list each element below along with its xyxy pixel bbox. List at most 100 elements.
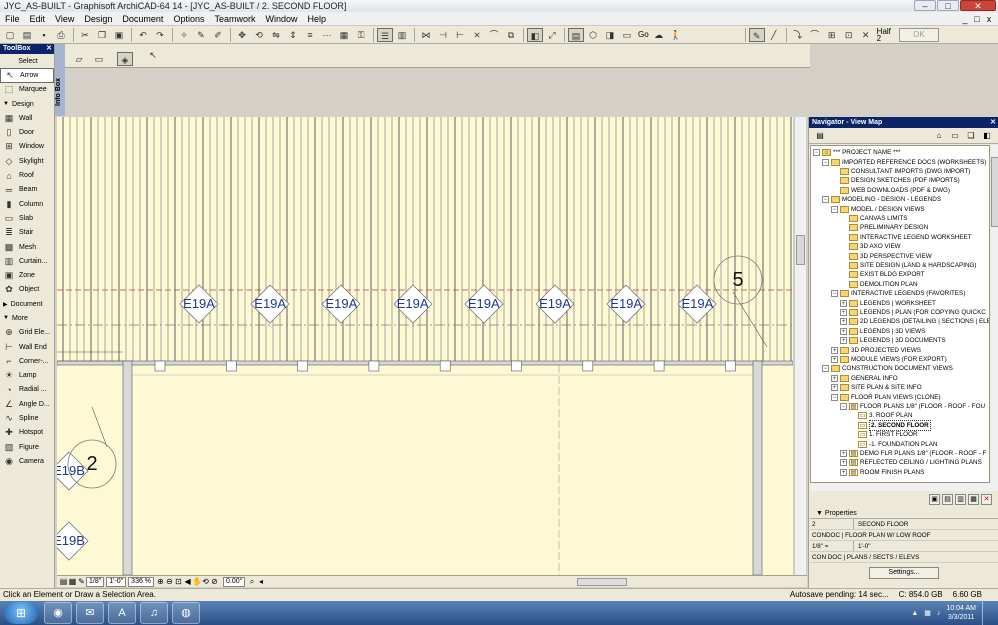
collapse-icon[interactable]: − — [822, 196, 829, 204]
line-icon[interactable]: ╱ — [766, 28, 782, 42]
tree-node[interactable]: + ▤ REFLECTED CEILING / LIGHTING PLANS — [840, 458, 982, 467]
clock[interactable]: 10:04 AM 3/3/2011 — [946, 604, 976, 622]
section-icon[interactable]: ◧ — [527, 27, 543, 42]
collapse-icon[interactable]: − — [831, 393, 838, 401]
tree-node[interactable]: DEMOLITION PLAN — [840, 280, 917, 289]
snap-point-icon[interactable]: ⤵ — [790, 28, 806, 42]
tool-spline[interactable]: ∿ Spline — [0, 411, 54, 425]
tool-wall-end[interactable]: ⊢ Wall End — [0, 340, 54, 354]
layer-icon[interactable]: ☰ — [377, 27, 393, 42]
tree-node[interactable]: +3D PROJECTED VIEWS — [831, 345, 921, 354]
fillet-icon[interactable]: ⌒ — [486, 28, 502, 42]
expand-icon[interactable]: + — [840, 318, 847, 326]
tool-stair[interactable]: ≣ Stair — [0, 226, 54, 240]
collapse-icon[interactable]: − — [831, 205, 838, 213]
tree-horizontal-scrollbar[interactable] — [810, 483, 998, 491]
delete-view-icon[interactable]: ✕ — [981, 494, 992, 505]
tree-node[interactable]: + ▤ DEMO FLR PLANS 1/8" (FLOOR - ROOF - F — [840, 449, 986, 458]
snap-grid-icon[interactable]: ⊞ — [824, 28, 840, 42]
taskbar-firefox-icon[interactable]: ◍ — [172, 602, 200, 624]
start-button[interactable]: ⊞ — [4, 602, 38, 624]
arrow-pointer-icon[interactable]: ↖ — [145, 48, 161, 62]
rotate-icon[interactable]: ⟲ — [251, 28, 267, 42]
tree-node[interactable]: − ⌂ *** PROJECT NAME *** — [813, 148, 900, 157]
copy-icon[interactable]: ❐ — [94, 28, 110, 42]
expand-icon[interactable]: + — [831, 384, 838, 392]
paste-icon[interactable]: ▣ — [111, 28, 127, 42]
zoom-field[interactable]: 336 % — [128, 576, 155, 587]
tool-figure[interactable]: ▨ Figure — [0, 440, 54, 454]
show-desktop-button[interactable] — [982, 601, 992, 625]
snap-guide-icon[interactable]: ⊡ — [841, 28, 857, 42]
go-label[interactable]: Go — [636, 30, 651, 39]
properties-header[interactable]: ▼ Properties — [810, 509, 998, 519]
grid-bubble-5[interactable]: 5 — [713, 255, 763, 305]
horizontal-scrollbar-thumb[interactable] — [577, 577, 627, 586]
tool-door[interactable]: ▯ Door — [0, 125, 54, 139]
collapse-icon[interactable]: − — [831, 290, 838, 298]
tool-radial[interactable]: ◔ Radial ... — [0, 383, 54, 397]
tool-object[interactable]: ✿ Object — [0, 283, 54, 297]
save-icon[interactable]: ▪ — [36, 28, 52, 42]
tree-node[interactable]: INTERACTIVE LEGEND WORKSHEET — [840, 233, 972, 242]
zoom-in-icon[interactable]: ⊕ — [156, 577, 165, 586]
tool-column[interactable]: ▮ Column — [0, 197, 54, 211]
render-icon[interactable]: ◨ — [602, 28, 618, 42]
zoom-out-icon[interactable]: ⊖ — [165, 577, 174, 586]
tree-node[interactable]: + LEGENDS | 3D VIEWS — [840, 327, 925, 336]
element-tag[interactable]: E19A — [250, 284, 290, 324]
scrollbar-thumb[interactable] — [796, 235, 805, 265]
expand-icon[interactable]: + — [840, 308, 847, 316]
tool-mesh[interactable]: ▩ Mesh — [0, 240, 54, 254]
design-category[interactable]: ▼ Design — [0, 97, 54, 111]
tree-node[interactable]: + SITE PLAN & SITE INFO — [831, 383, 922, 392]
expand-icon[interactable]: + — [840, 299, 847, 307]
distribute-icon[interactable]: ⋯ — [319, 28, 335, 42]
menu-teamwork[interactable]: Teamwork — [209, 12, 260, 26]
tree-node[interactable]: + MODULE VIEWS (FOR EXPORT) — [831, 355, 947, 364]
new-folder-icon[interactable]: ▤ — [942, 494, 953, 505]
print-icon[interactable]: ⎙ — [53, 28, 69, 42]
tool-camera[interactable]: ◉ Camera — [0, 454, 54, 468]
tree-node[interactable]: − ▤ FLOOR PLANS 1/8" (FLOOR - ROOF - FOU — [840, 402, 985, 411]
project-map-icon[interactable]: ⌂ — [932, 130, 946, 142]
new-file-icon[interactable]: ▢ — [2, 28, 18, 42]
collapse-icon[interactable]: − — [822, 158, 829, 166]
navigator-close-icon[interactable]: ✕ — [990, 117, 996, 128]
clone-folder-icon[interactable]: ▣ — [929, 494, 940, 505]
tree-node[interactable]: 3D PERSPECTIVE VIEW — [840, 251, 932, 260]
tool-beam[interactable]: ═ Beam — [0, 183, 54, 197]
scale-field[interactable]: 1/8" — [86, 576, 105, 587]
tree-node[interactable]: + ▤ ROOM FINISH PLANS — [840, 468, 924, 477]
tree-node[interactable]: ▭ 2. SECOND FLOOR — [849, 419, 931, 431]
tree-node[interactable]: − IMPORTED REFERENCE DOCS (WORKSHEETS) — [822, 157, 986, 166]
view-map-icon[interactable]: ▤ — [813, 130, 827, 142]
collapse-icon[interactable]: − — [822, 365, 829, 373]
tree-node[interactable]: − MODELING - DESIGN - LEGENDS — [822, 195, 941, 204]
scale-field-2[interactable]: 1'-0" — [106, 576, 127, 587]
more-category[interactable]: ▼ More — [0, 311, 54, 325]
tool-curtain[interactable]: ▥ Curtain... — [0, 254, 54, 268]
tree-node[interactable]: WEB DOWNLOADS (PDF & DWG) — [831, 186, 950, 195]
tool-arrow[interactable]: ↖ Arrow — [0, 68, 54, 83]
expand-icon[interactable]: + — [840, 459, 847, 467]
save-view-icon[interactable]: ▥ — [955, 494, 966, 505]
view-settings-icon[interactable]: ▦ — [968, 494, 979, 505]
snap-arc-icon[interactable]: ⌒ — [807, 28, 823, 42]
element-tag[interactable]: E19A — [677, 284, 717, 324]
settings-button[interactable]: Settings... — [869, 567, 939, 579]
redo-icon[interactable]: ↷ — [152, 28, 168, 42]
tool-lamp[interactable]: ☀ Lamp — [0, 369, 54, 383]
grid-bubble-2[interactable]: 2 — [67, 439, 117, 489]
open-folder-icon[interactable]: ▤ — [19, 28, 35, 42]
expand-icon[interactable]: + — [840, 468, 847, 476]
tool-grid-ele[interactable]: ⊕ Grid Ele... — [0, 326, 54, 340]
pen-set-icon[interactable]: ✎ — [77, 577, 86, 586]
tree-node[interactable]: +2D LEGENDS (DETAILING | SECTIONS | ELE — [840, 317, 989, 326]
tool-roof[interactable]: ⌂ Roof — [0, 168, 54, 182]
element-tag[interactable]: E19A — [321, 284, 361, 324]
expand-icon[interactable]: + — [840, 337, 847, 345]
canvas-vertical-scrollbar[interactable] — [794, 117, 806, 575]
element-tag[interactable]: E19A — [464, 284, 504, 324]
floor-plan-view-icon[interactable]: ▤ — [568, 27, 584, 42]
